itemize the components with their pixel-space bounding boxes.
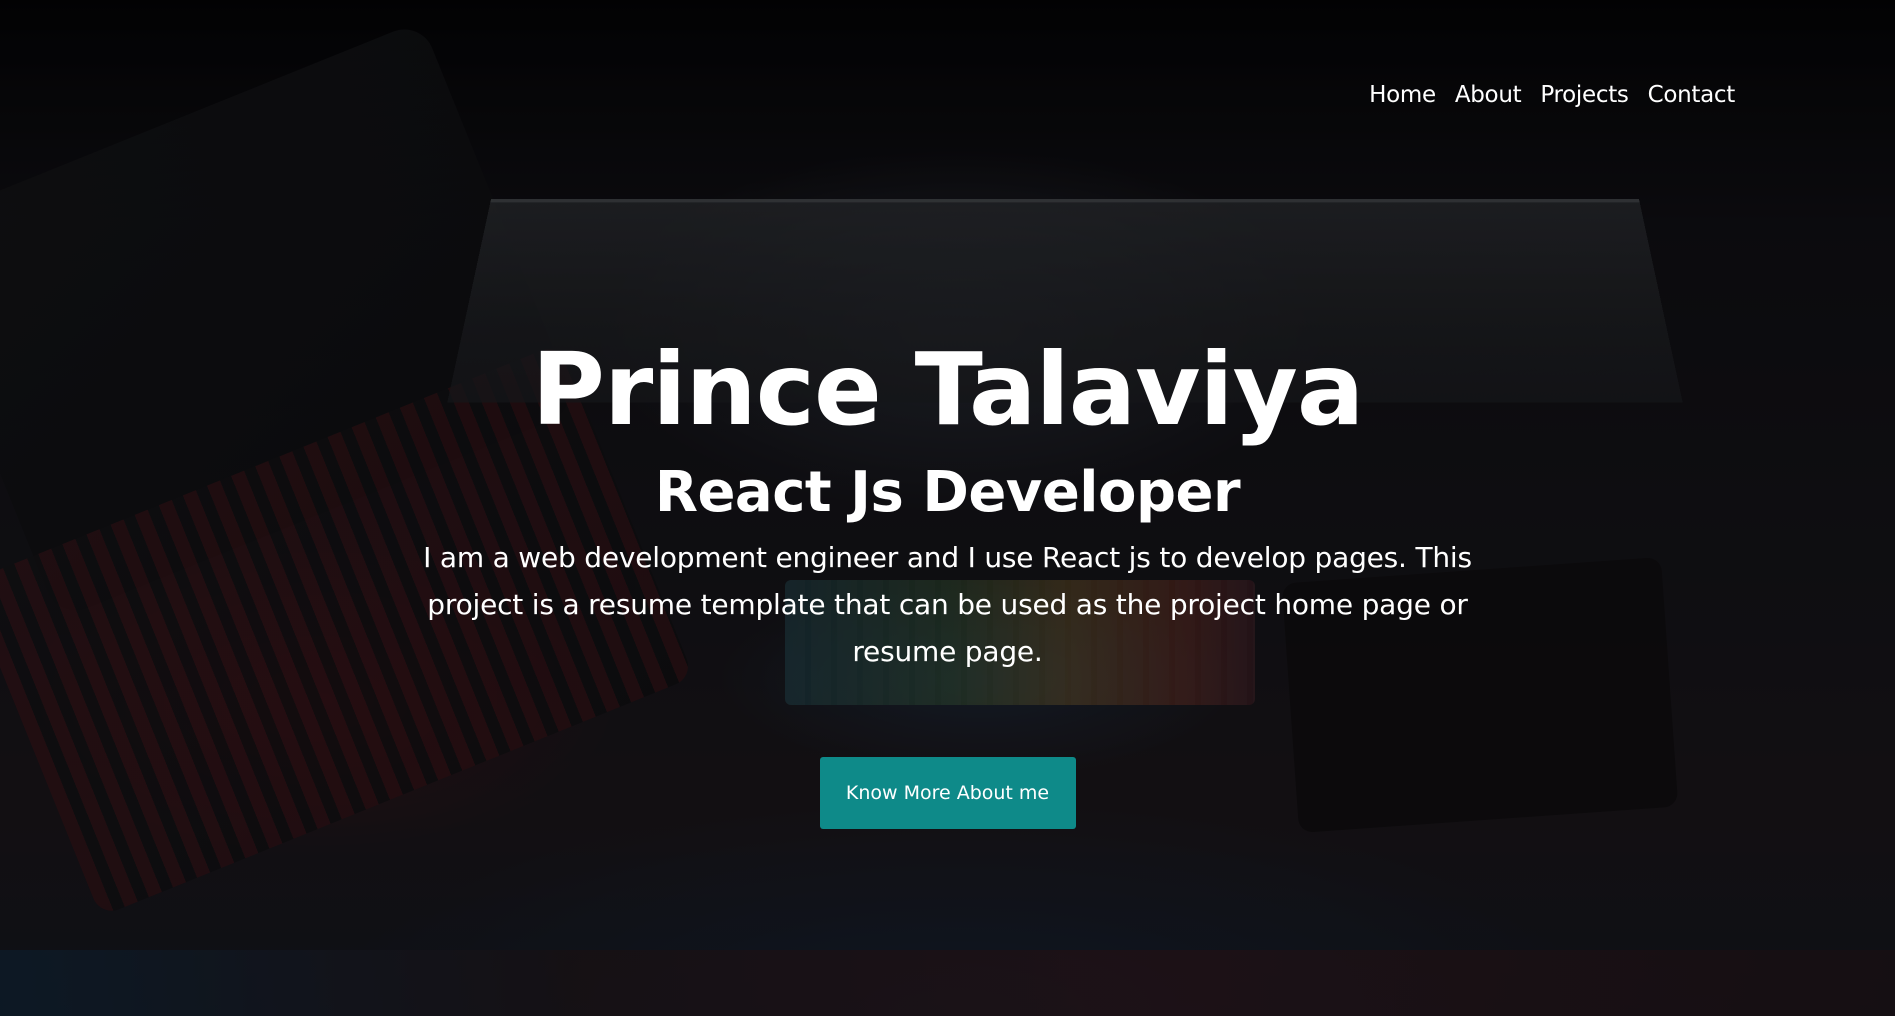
hero-role: React Js Developer [654,460,1241,525]
nav-projects-link[interactable]: Projects [1540,82,1629,108]
top-navigation: Home About Projects Contact [1369,82,1735,108]
hero-section: Home About Projects Contact Prince Talav… [0,0,1895,1016]
hero-bio: I am a web development engineer and I us… [423,541,1472,668]
nav-about-link[interactable]: About [1455,82,1522,108]
know-more-button[interactable]: Know More About me [819,757,1076,829]
hero-name: Prince Talaviya [531,331,1365,448]
hero-content: Prince Talaviya React Js Developer I am … [0,330,1895,829]
nav-contact-link[interactable]: Contact [1648,82,1736,108]
nav-home-link[interactable]: Home [1369,82,1436,108]
